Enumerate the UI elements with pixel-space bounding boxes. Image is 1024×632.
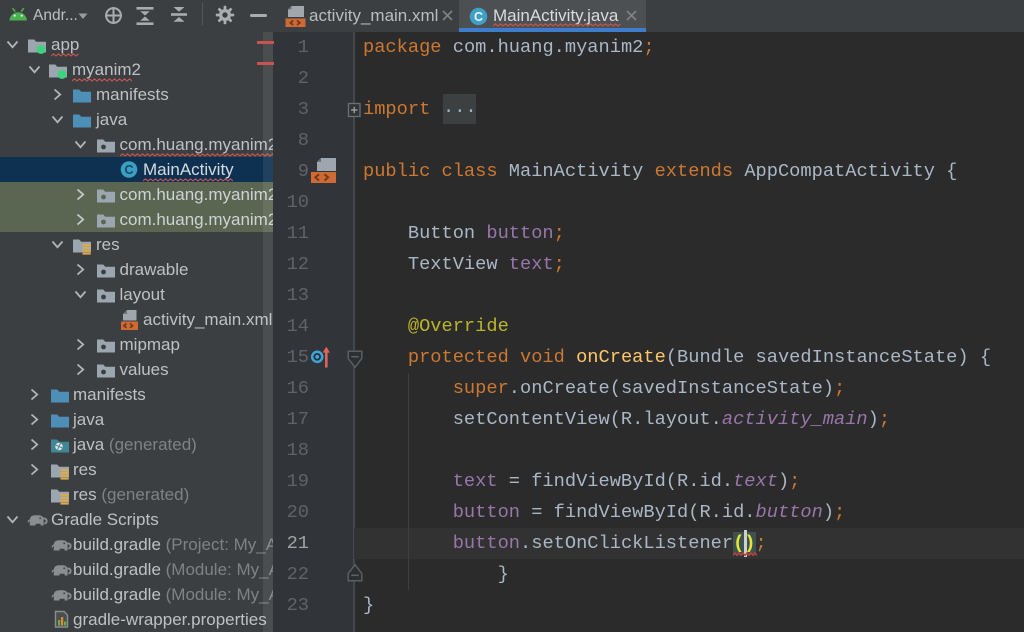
svg-text:C: C — [124, 163, 133, 177]
svg-text:C: C — [474, 10, 483, 24]
